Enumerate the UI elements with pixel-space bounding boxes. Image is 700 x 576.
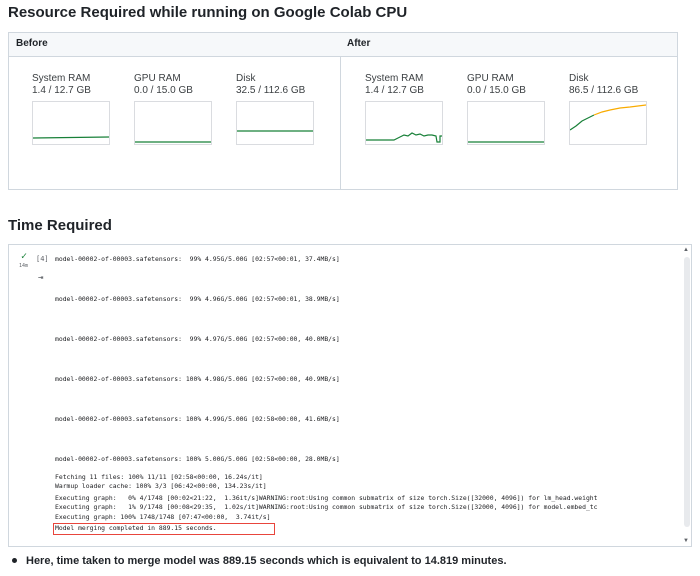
scroll-down-icon[interactable]: ▼ <box>683 538 689 544</box>
output-line: model-00002-of-00003.safetensors: 99% 4.… <box>55 255 340 263</box>
metric-label: GPU RAM <box>134 73 181 84</box>
summary-text: Here, time taken to merge model was 889.… <box>26 555 507 567</box>
resource-heading: Resource Required while running on Googl… <box>8 4 408 21</box>
after-disk: Disk 86.5 / 112.6 GB <box>569 73 649 145</box>
disk-graph <box>569 101 647 145</box>
after-column: After System RAM 1.4 / 12.7 GB GPU RAM 0… <box>340 33 677 189</box>
metric-value: 86.5 / 112.6 GB <box>569 85 639 96</box>
before-header: Before <box>9 33 340 57</box>
system-ram-graph <box>365 101 443 145</box>
output-scrollbar[interactable]: ▲ ▼ <box>683 245 691 546</box>
check-icon: ✓ <box>21 251 28 262</box>
metric-label: System RAM <box>365 73 424 84</box>
disk-graph <box>236 101 314 145</box>
output-line: model-00002-of-00003.safetensors: 99% 4.… <box>55 295 340 303</box>
metric-label: Disk <box>236 73 256 84</box>
time-heading: Time Required <box>8 217 112 234</box>
after-system-ram: System RAM 1.4 / 12.7 GB <box>365 73 445 145</box>
before-column: Before System RAM 1.4 / 12.7 GB GPU RAM … <box>9 33 341 189</box>
system-ram-graph <box>32 101 110 145</box>
execution-duration: 14m <box>19 263 29 269</box>
before-system-ram: System RAM 1.4 / 12.7 GB <box>32 73 112 145</box>
after-header: After <box>340 33 677 57</box>
metric-value: 1.4 / 12.7 GB <box>365 85 424 96</box>
cell-number: [4] <box>36 255 49 263</box>
metric-label: GPU RAM <box>467 73 514 84</box>
before-disk: Disk 32.5 / 112.6 GB <box>236 73 316 145</box>
output-line: Executing graph: 100% 1748/1748 [07:47<0… <box>55 513 271 521</box>
metric-label: System RAM <box>32 73 91 84</box>
summary-bullet: Here, time taken to merge model was 889.… <box>12 555 507 567</box>
output-line: model-00002-of-00003.safetensors: 100% 5… <box>55 455 340 463</box>
gpu-ram-graph <box>467 101 545 145</box>
resource-table: Before System RAM 1.4 / 12.7 GB GPU RAM … <box>8 32 678 190</box>
output-line: Warmup loader cache: 100% 3/3 [06:42<00:… <box>55 482 267 490</box>
cell-output-panel[interactable]: ✓ 14m [4] ⇥ model-00002-of-00003.safeten… <box>8 244 692 547</box>
bullet-dot-icon <box>12 557 17 563</box>
metric-value: 0.0 / 15.0 GB <box>467 85 526 96</box>
after-gpu-ram: GPU RAM 0.0 / 15.0 GB <box>467 73 547 145</box>
scrollbar-thumb[interactable] <box>684 257 690 527</box>
gpu-ram-graph <box>134 101 212 145</box>
highlight-box <box>53 523 275 535</box>
metric-label: Disk <box>569 73 589 84</box>
output-line: model-00002-of-00003.safetensors: 100% 4… <box>55 415 340 423</box>
before-gpu-ram: GPU RAM 0.0 / 15.0 GB <box>134 73 214 145</box>
output-line: Fetching 11 files: 100% 11/11 [02:58<00:… <box>55 473 263 481</box>
output-line: model-00002-of-00003.safetensors: 100% 4… <box>55 375 340 383</box>
scroll-up-icon[interactable]: ▲ <box>683 247 689 253</box>
metric-value: 1.4 / 12.7 GB <box>32 85 91 96</box>
output-line: model-00002-of-00003.safetensors: 99% 4.… <box>55 335 340 343</box>
metric-value: 32.5 / 112.6 GB <box>236 85 306 96</box>
output-line: Executing graph: 0% 4/1748 [00:02<21:22,… <box>55 494 598 502</box>
output-toggle-icon[interactable]: ⇥ <box>38 273 43 283</box>
metric-value: 0.0 / 15.0 GB <box>134 85 193 96</box>
output-line: Executing graph: 1% 9/1748 [00:08<29:35,… <box>55 503 598 511</box>
